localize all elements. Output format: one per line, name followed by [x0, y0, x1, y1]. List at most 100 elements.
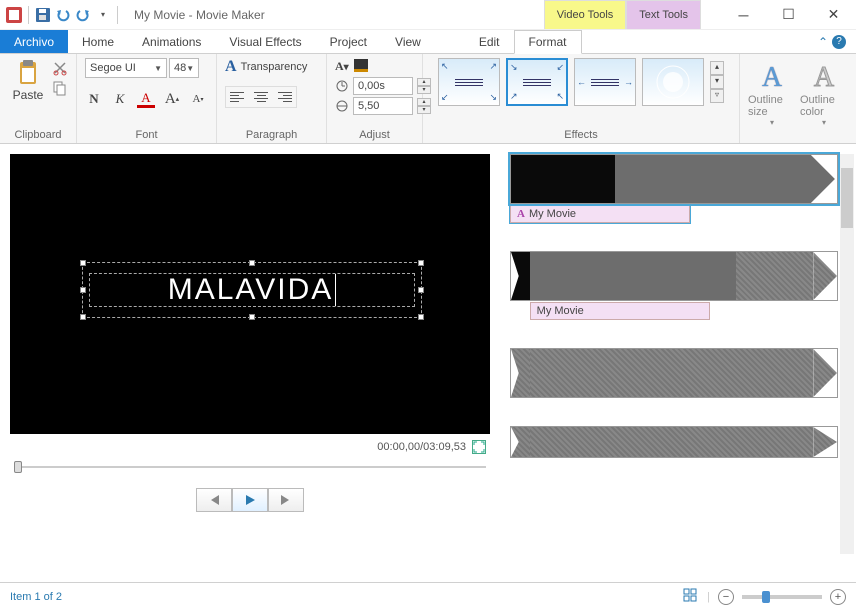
effect-thumb-2[interactable]: ↘↗ ↙↖ [506, 58, 568, 106]
collapse-ribbon-icon[interactable]: ⌃ [818, 35, 828, 49]
scrollbar-thumb[interactable] [841, 168, 853, 228]
video-preview[interactable]: MALAVIDA [10, 154, 490, 434]
timeline-pane: A My Movie My Movie [500, 144, 856, 582]
start-time-spinner[interactable]: 0,00s [353, 77, 413, 95]
text-box-outer[interactable]: MALAVIDA [82, 262, 422, 318]
tab-file[interactable]: Archivo [0, 30, 68, 53]
caption-icon: A [517, 208, 525, 220]
bold-button[interactable]: N [85, 90, 103, 108]
seek-slider[interactable] [14, 464, 486, 470]
view-thumbnails-icon[interactable] [683, 588, 699, 605]
effect-thumb-1[interactable]: ↖↙ ↗↘ [438, 58, 500, 106]
zoom-in-button[interactable]: + [830, 589, 846, 605]
separator [28, 6, 29, 24]
text-cursor [335, 274, 336, 306]
playback-controls [10, 488, 490, 512]
group-label-effects: Effects [431, 127, 731, 141]
tab-edit[interactable]: Edit [465, 30, 514, 53]
shrink-font-button[interactable]: A▾ [189, 90, 207, 108]
status-item-count: Item 1 of 2 [10, 591, 62, 603]
text-box-inner[interactable]: MALAVIDA [89, 273, 415, 307]
tab-animations[interactable]: Animations [128, 30, 215, 53]
undo-icon[interactable] [55, 7, 71, 23]
context-tab-text[interactable]: Text Tools [626, 0, 701, 29]
paste-button[interactable]: Paste [8, 58, 48, 102]
zoom-out-button[interactable]: − [718, 589, 734, 605]
timeline-clip-2[interactable] [510, 251, 838, 301]
ribbon: Paste Clipboard Segoe UI▼ 48▼ N K A A▴ A… [0, 54, 856, 144]
duration-icon [335, 98, 349, 115]
align-center-button[interactable] [250, 87, 272, 107]
duration-spinner[interactable]: 5,50 [353, 97, 413, 115]
status-bar: Item 1 of 2 | − + [0, 582, 856, 610]
quick-access-toolbar: ▾ [0, 6, 126, 24]
effect-thumb-4[interactable] [642, 58, 704, 106]
align-right-button[interactable] [274, 87, 296, 107]
outline-color-button[interactable]: A Outline color▾ [800, 58, 848, 127]
edit-text-icon[interactable]: A▾ [335, 59, 349, 74]
effects-scroll-down[interactable]: ▾ [710, 75, 724, 89]
title-bar: ▾ My Movie - Movie Maker Video Tools Tex… [0, 0, 856, 30]
timeline-clip-3[interactable] [510, 348, 838, 398]
effects-more[interactable]: ▿ [710, 89, 724, 103]
font-family-combo[interactable]: Segoe UI▼ [85, 58, 167, 78]
effect-thumb-3[interactable]: ←→ [574, 58, 636, 106]
maximize-button[interactable]: ☐ [766, 0, 811, 30]
caption-text-1: My Movie [529, 208, 576, 220]
window-controls: ─ ☐ ✕ [721, 0, 856, 30]
grow-font-button[interactable]: A▴ [163, 90, 181, 108]
context-tab-video[interactable]: Video Tools [544, 0, 626, 29]
zoom-thumb[interactable] [762, 591, 770, 603]
next-frame-button[interactable] [268, 488, 304, 512]
timeline-clip-4[interactable] [510, 426, 838, 458]
preview-pane: MALAVIDA 00:00,00/03:09,53 [0, 144, 500, 582]
tab-view[interactable]: View [381, 30, 435, 53]
qat-dropdown-icon[interactable]: ▾ [95, 7, 111, 23]
transparency-button[interactable]: A Transparency [225, 58, 307, 76]
save-icon[interactable] [35, 7, 51, 23]
prev-frame-button[interactable] [196, 488, 232, 512]
background-color-icon[interactable] [353, 58, 369, 75]
window-title: My Movie - Movie Maker [126, 8, 265, 22]
group-font: Segoe UI▼ 48▼ N K A A▴ A▾ Font [77, 54, 217, 143]
copy-icon[interactable] [52, 80, 68, 96]
transparency-label: Transparency [241, 61, 308, 73]
outline-size-button[interactable]: A Outline size▾ [748, 58, 796, 127]
zoom-slider[interactable] [742, 595, 822, 599]
effects-scroll-up[interactable]: ▴ [710, 61, 724, 75]
cut-icon[interactable] [52, 60, 68, 76]
content-area: MALAVIDA 00:00,00/03:09,53 [0, 144, 856, 582]
timeline-scrollbar[interactable] [840, 154, 854, 554]
ribbon-help: ⌃ ? [818, 30, 856, 53]
font-color-button[interactable]: A [137, 90, 155, 108]
help-icon[interactable]: ? [832, 35, 846, 49]
play-button[interactable] [232, 488, 268, 512]
font-size-combo[interactable]: 48▼ [169, 58, 199, 78]
redo-icon[interactable] [75, 7, 91, 23]
fullscreen-icon[interactable] [472, 440, 486, 454]
timeline-clip-1[interactable] [510, 154, 838, 204]
separator [117, 6, 118, 24]
group-label-clipboard: Clipboard [8, 127, 68, 141]
group-clipboard: Paste Clipboard [0, 54, 77, 143]
title-text-content[interactable]: MALAVIDA [168, 273, 334, 307]
timecode: 00:00,00/03:09,53 [377, 441, 466, 453]
clip-block-1: A My Movie [510, 154, 838, 223]
caption-bar-1[interactable]: A My Movie [510, 205, 690, 223]
close-button[interactable]: ✕ [811, 0, 856, 30]
ribbon-tabs: Archivo Home Animations Visual Effects P… [0, 30, 856, 54]
tab-format[interactable]: Format [514, 30, 582, 54]
italic-button[interactable]: K [111, 90, 129, 108]
clip-block-2: My Movie [510, 251, 838, 320]
group-paragraph: A Transparency Paragraph [217, 54, 327, 143]
tab-home[interactable]: Home [68, 30, 128, 53]
tab-project[interactable]: Project [316, 30, 381, 53]
clip-block-4 [510, 426, 838, 458]
caption-bar-2[interactable]: My Movie [530, 302, 710, 320]
tab-visual-effects[interactable]: Visual Effects [215, 30, 315, 53]
group-effects: ↖↙ ↗↘ ↘↗ ↙↖ ←→ ▴ ▾ ▿ [423, 54, 740, 143]
align-left-button[interactable] [226, 87, 248, 107]
minimize-button[interactable]: ─ [721, 0, 766, 30]
seek-thumb[interactable] [14, 461, 22, 473]
group-label-paragraph: Paragraph [225, 127, 318, 141]
